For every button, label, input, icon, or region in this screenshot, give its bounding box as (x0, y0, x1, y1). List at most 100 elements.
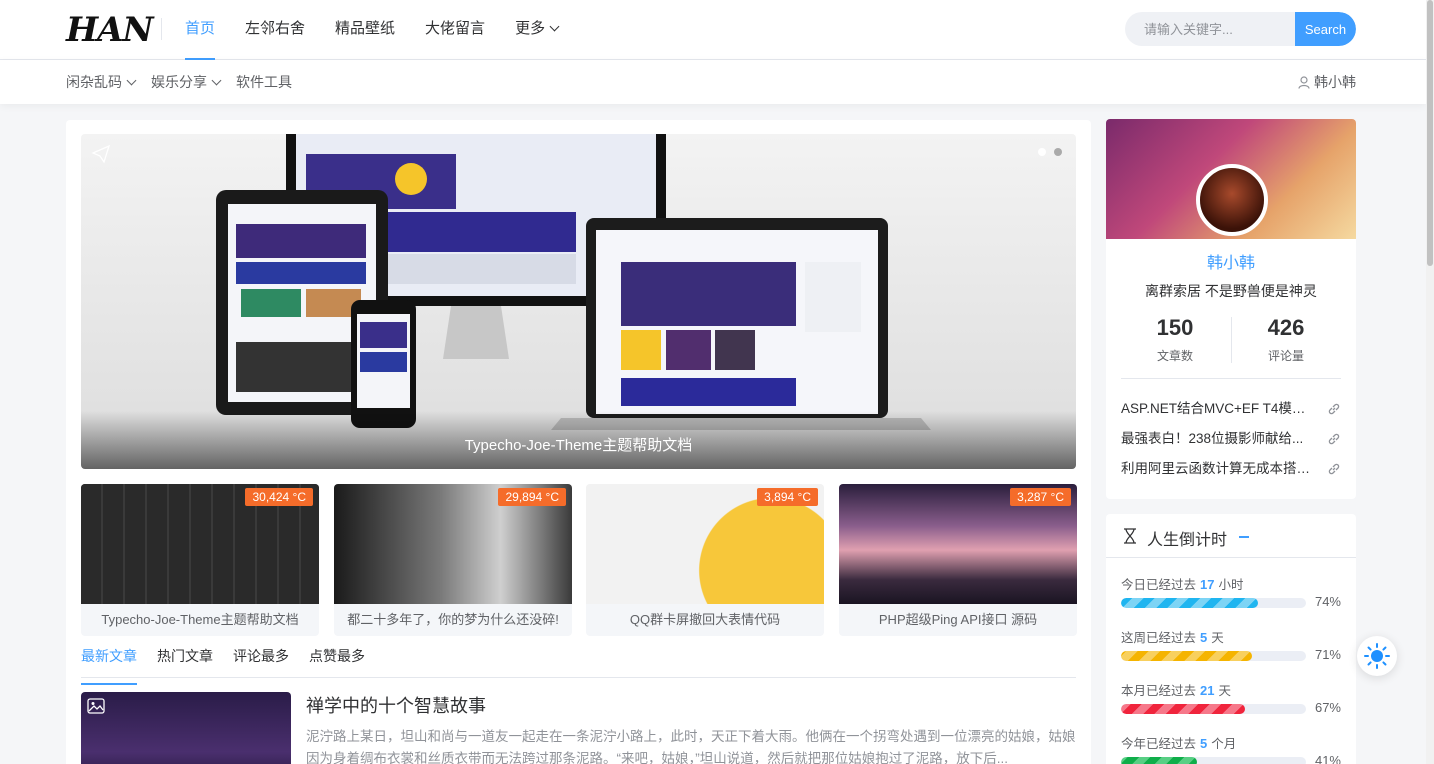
scrollbar-thumb[interactable] (1427, 0, 1433, 266)
sun-icon (1364, 643, 1390, 669)
post-title[interactable]: 禅学中的十个智慧故事 (306, 692, 486, 718)
countdown-unit: 天 (1218, 684, 1231, 698)
countdown-prefix: 本月已经过去 (1121, 684, 1197, 698)
countdown-unit: 小时 (1218, 578, 1244, 592)
recent-post-title: 利用阿里云函数计算无成本搭建... (1121, 461, 1322, 476)
author-motto: 离群索居 不是野兽便是神灵 (1145, 283, 1317, 299)
nav-item-more[interactable]: 更多 (515, 0, 560, 60)
progress-percent: 41% (1314, 753, 1341, 764)
send-icon (91, 144, 111, 164)
featured-post-title: 都二十多年了，你的梦为什么还没碎! (347, 612, 559, 627)
progress-bar (1121, 704, 1306, 714)
banner-caption[interactable]: Typecho-Joe-Theme主题帮助文档 (81, 411, 1076, 469)
profile-divider (1121, 378, 1341, 379)
recent-post-title: ASP.NET结合MVC+EF T4模板实现... (1121, 401, 1341, 416)
progress-bar (1121, 757, 1306, 764)
featured-posts: 30,424 °C Typecho-Joe-Theme主题帮助文档 29,894… (81, 484, 1077, 636)
hourglass-icon (1124, 528, 1136, 544)
category-misc[interactable]: 闲杂乱码 (66, 60, 137, 104)
view-count-badge: 30,424 °C (245, 488, 313, 506)
sub-header: 闲杂乱码 娱乐分享 软件工具 韩小韩 (0, 60, 1426, 104)
post-excerpt: 泥泞路上某日，坦山和尚与一道友一起走在一条泥泞小路上，此时，天正下着大雨。他俩在… (306, 729, 1076, 764)
featured-post-card[interactable]: 3,287 °C PHP超级Ping API接口 源码 (839, 484, 1077, 636)
countdown-label: 本月已经过去 21 天 (1121, 680, 1341, 699)
countdown-title: 人生倒计时 (1147, 532, 1228, 549)
countdown-label: 这周已经过去 5 天 (1121, 627, 1341, 646)
author-name[interactable]: 韩小韩 (1106, 249, 1356, 273)
recent-post-link[interactable]: ASP.NET结合MVC+EF T4模板实现... (1121, 394, 1341, 424)
nav-item-home[interactable]: 首页 (185, 0, 216, 60)
search-button[interactable]: Search (1295, 12, 1356, 46)
category-entertainment-label: 娱乐分享 (151, 74, 207, 90)
carousel-dot-1[interactable] (1038, 148, 1046, 156)
featured-post-title: Typecho-Joe-Theme主题帮助文档 (101, 612, 299, 627)
progress-fill (1121, 598, 1258, 608)
countdown-value: 21 (1200, 683, 1215, 698)
tab-popular[interactable]: 热门文章 (157, 642, 213, 677)
recent-posts-list: ASP.NET结合MVC+EF T4模板实现... 最强表白！238位摄影师献给… (1121, 394, 1341, 484)
search-input[interactable] (1125, 12, 1295, 46)
tab-latest[interactable]: 最新文章 (81, 642, 137, 685)
category-nav: 闲杂乱码 娱乐分享 软件工具 (66, 60, 308, 104)
countdown-month: 本月已经过去 21 天 67% (1121, 680, 1341, 715)
page-scrollbar[interactable] (1426, 0, 1434, 764)
user-login-link[interactable]: 韩小韩 (1298, 60, 1356, 104)
stat-comments: 426 评论量 (1231, 315, 1341, 364)
site-logo[interactable]: HAN (66, 10, 154, 50)
featured-post-card[interactable]: 29,894 °C 都二十多年了，你的梦为什么还没碎! (334, 484, 572, 636)
featured-post-card[interactable]: 3,894 °C QQ群卡屏撤回大表情代码 (586, 484, 824, 636)
countdown-day: 今日已经过去 17 小时 74% (1121, 574, 1341, 609)
author-card: 韩小韩 离群索居 不是野兽便是神灵 150 文章数 426 评论量 ASP.NE… (1106, 119, 1356, 499)
progress-bar (1121, 598, 1306, 608)
recent-post-link[interactable]: 最强表白！238位摄影师献给... (1121, 424, 1341, 454)
user-icon (1298, 76, 1310, 89)
post-list-item[interactable]: 禅学中的十个智慧故事 泥泞路上某日，坦山和尚与一道友一起走在一条泥泞小路上，此时… (81, 692, 1076, 764)
category-software[interactable]: 软件工具 (236, 60, 292, 104)
stat-posts: 150 文章数 (1120, 315, 1230, 364)
countdown-value: 5 (1200, 630, 1208, 645)
post-tabs: 最新文章 热门文章 评论最多 点赞最多 (81, 642, 1076, 685)
tab-most-liked[interactable]: 点赞最多 (309, 642, 365, 677)
life-countdown-card: 人生倒计时 今日已经过去 17 小时 74% 这周已经过去 5 天 71% 本月已经过去… (1106, 514, 1356, 764)
user-name-label: 韩小韩 (1314, 74, 1356, 90)
link-icon (1328, 403, 1340, 415)
carousel-pagination (1038, 148, 1062, 156)
category-entertainment[interactable]: 娱乐分享 (151, 60, 222, 104)
progress-percent: 71% (1314, 647, 1341, 662)
stat-comments-value: 426 (1267, 315, 1305, 340)
progress-fill (1121, 757, 1197, 764)
recent-post-link[interactable]: 利用阿里云函数计算无成本搭建... (1121, 454, 1341, 484)
tab-most-commented[interactable]: 评论最多 (233, 642, 289, 677)
view-count-badge: 29,894 °C (498, 488, 566, 506)
image-icon (87, 698, 105, 714)
theme-toggle-button[interactable] (1357, 636, 1397, 676)
nav-item-neighbors[interactable]: 左邻右舍 (245, 0, 305, 60)
search-box: Search (1125, 12, 1356, 46)
stat-comments-label: 评论量 (1267, 349, 1304, 363)
view-count-badge: 3,287 °C (1010, 488, 1071, 506)
banner-carousel[interactable]: Typecho-Joe-Theme主题帮助文档 (81, 134, 1076, 469)
nav-item-guestbook[interactable]: 大佬留言 (425, 0, 485, 60)
progress-bar (1121, 651, 1306, 661)
featured-post-title: PHP超级Ping API接口 源码 (878, 612, 1038, 627)
avatar[interactable] (1196, 164, 1268, 236)
countdown-year: 今年已经过去 5 个月 41% (1121, 733, 1341, 764)
link-icon (1328, 433, 1340, 445)
stat-posts-label: 文章数 (1156, 349, 1193, 363)
logo-divider (161, 18, 162, 40)
carousel-dot-2[interactable] (1054, 148, 1062, 156)
nav-item-wallpapers[interactable]: 精品壁纸 (335, 0, 395, 60)
stat-posts-value: 150 (1156, 315, 1194, 340)
progress-percent: 67% (1314, 700, 1341, 715)
countdown-prefix: 这周已经过去 (1121, 631, 1197, 645)
progress-percent: 74% (1314, 594, 1341, 609)
featured-post-card[interactable]: 30,424 °C Typecho-Joe-Theme主题帮助文档 (81, 484, 319, 636)
category-misc-label: 闲杂乱码 (66, 74, 122, 90)
countdown-label: 今年已经过去 5 个月 (1121, 733, 1341, 752)
post-thumbnail[interactable] (81, 692, 291, 764)
progress-fill (1121, 651, 1253, 661)
featured-post-title: QQ群卡屏撤回大表情代码 (629, 612, 781, 627)
countdown-value: 17 (1200, 577, 1215, 592)
collapse-icon[interactable] (1239, 536, 1249, 538)
countdown-prefix: 今年已经过去 (1121, 737, 1197, 751)
